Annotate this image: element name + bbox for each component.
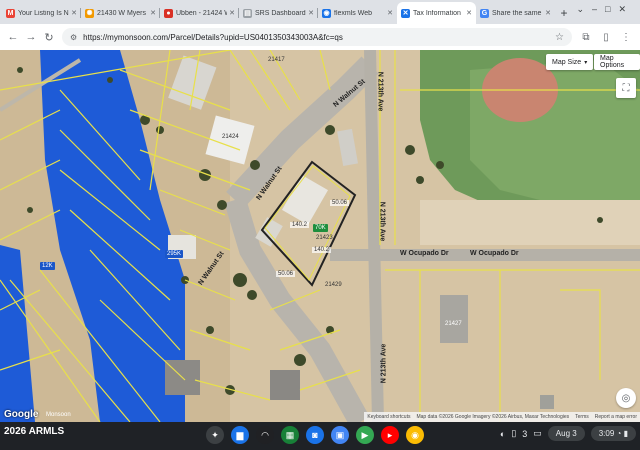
tab-strip: M Your Listing Is N ✕ ✺ 21430 W Myers ✕ ● Ubb… xyxy=(0,0,640,24)
arrow-right-icon: → xyxy=(25,31,37,43)
map-options-button[interactable]: Map Options xyxy=(594,54,640,70)
bookmark-star-icon[interactable]: ☆ xyxy=(555,32,564,43)
close-icon[interactable]: ✕ xyxy=(466,9,472,17)
map-size-button[interactable]: Map Size ▾ xyxy=(546,54,594,70)
dimension-label: 50.06 xyxy=(330,200,350,206)
street-label: N 213th Ave xyxy=(376,71,384,112)
back-button[interactable]: ← xyxy=(4,28,22,46)
street-label: N 213th Ave xyxy=(380,343,388,384)
tab-2[interactable]: ● Ubben - 21424 W ✕ xyxy=(160,2,239,24)
parcel-number: 21423 xyxy=(316,235,333,241)
google-logo: Google xyxy=(4,409,39,420)
tab-6[interactable]: G Share the same ✕ xyxy=(476,2,555,24)
price-badge[interactable]: 295K xyxy=(165,250,184,258)
site-info-icon[interactable]: ⚙ xyxy=(70,33,77,42)
tab-1[interactable]: ✺ 21430 W Myers ✕ xyxy=(81,2,160,24)
map-attribution: Keyboard shortcuts Map data ©2026 Google… xyxy=(364,412,640,422)
close-icon[interactable]: ✕ xyxy=(618,4,634,14)
status-tray: ◐ ▯ 3 ▭ Aug 3 3:09 ◔ ▮ xyxy=(500,426,636,441)
parcel-number: 21427 xyxy=(445,321,462,327)
os-shelf: 2026 ARMLS ✦ ▆ ◠ ▦ ◙ ▣ ▶ ▸ ◉ ◐ ▯ 3 ▭ Aug… xyxy=(0,422,640,450)
map-canvas[interactable]: N Walnut St N Walnut St N Walnut St W Oc… xyxy=(0,50,640,422)
forward-button[interactable]: → xyxy=(22,28,40,46)
keyboard-shortcuts-link[interactable]: Keyboard shortcuts xyxy=(367,414,410,420)
tab-5-active[interactable]: ✕ Tax Information ✕ xyxy=(397,2,476,24)
reload-button[interactable]: ↻ xyxy=(40,28,58,46)
tab-3[interactable]: ▤ SRS Dashboard ✕ xyxy=(239,2,318,24)
close-icon[interactable]: ✕ xyxy=(150,9,156,17)
tab-0[interactable]: M Your Listing Is N ✕ xyxy=(2,2,81,24)
minimize-icon[interactable]: – xyxy=(592,4,605,14)
parcel-number: 21417 xyxy=(268,57,285,63)
new-tab-button[interactable]: + xyxy=(555,2,573,24)
dimension-label: 140.2 xyxy=(312,247,332,253)
chrome-icon[interactable]: ◉ xyxy=(406,426,424,444)
armls-watermark: 2026 ARMLS xyxy=(4,426,65,437)
dimension-label: 50.06 xyxy=(276,271,296,277)
youtube-icon[interactable]: ▸ xyxy=(381,426,399,444)
battery-icon: ▮ xyxy=(623,429,628,438)
google-icon: G xyxy=(480,8,489,18)
report-error-link[interactable]: Report a map error xyxy=(595,414,637,420)
sidepanel-icon[interactable]: ▯ xyxy=(596,32,616,43)
reload-icon: ↻ xyxy=(44,31,54,44)
date-pill[interactable]: Aug 3 xyxy=(547,426,585,441)
url-text[interactable]: https://mymonsoon.com/Parcel/Details?upi… xyxy=(83,33,555,42)
monsoon-label: Monsoon xyxy=(46,412,71,418)
pin-icon: ◉ xyxy=(322,8,331,18)
parcel-number: 21429 xyxy=(325,282,342,288)
street-label: W Ocupado Dr xyxy=(470,250,519,257)
doc-icon: ▤ xyxy=(243,8,252,18)
menu-icon[interactable]: ⋮ xyxy=(616,32,636,43)
gmail-icon: M xyxy=(6,8,15,18)
chevron-down-icon[interactable]: ⌄ xyxy=(576,4,592,14)
map-data-text: Map data ©2026 Google Imagery ©2026 Airb… xyxy=(416,414,570,420)
play-store-icon[interactable]: ▶ xyxy=(356,426,374,444)
sheets-icon[interactable]: ▦ xyxy=(281,426,299,444)
terms-link[interactable]: Terms xyxy=(575,414,589,420)
close-icon[interactable]: ✕ xyxy=(229,9,235,17)
extensions-icon[interactable]: ⧉ xyxy=(576,32,596,43)
price-badge[interactable]: 70K xyxy=(313,224,328,232)
wifi-icon: ◔ xyxy=(616,429,622,438)
app-launcher-row: ✦ ▆ ◠ ▦ ◙ ▣ ▶ ▸ ◉ xyxy=(206,426,424,444)
address-bar[interactable]: ⚙ https://mymonsoon.com/Parcel/Details?u… xyxy=(62,28,572,46)
close-icon[interactable]: ✕ xyxy=(71,9,77,17)
close-icon[interactable]: ✕ xyxy=(308,9,314,17)
messages-icon[interactable]: ◙ xyxy=(306,426,324,444)
sun-icon: ✺ xyxy=(85,8,94,18)
files-icon[interactable]: ▆ xyxy=(231,426,249,444)
phone-hub-icon[interactable]: ▯ xyxy=(511,428,516,439)
time-pill[interactable]: 3:09 ◔ ▮ xyxy=(590,426,636,441)
screenshot-icon[interactable]: ▭ xyxy=(533,428,542,439)
close-icon[interactable]: ✕ xyxy=(387,9,393,17)
fullscreen-icon[interactable]: ⛶ xyxy=(616,78,636,98)
locate-icon[interactable]: ◎ xyxy=(616,388,636,408)
calendar-icon[interactable]: ▣ xyxy=(331,426,349,444)
window-controls[interactable]: ⌄–□✕ xyxy=(576,4,634,15)
street-label: N 213th Ave xyxy=(378,201,386,242)
stylus-icon[interactable]: ◐ xyxy=(500,429,505,439)
parcel-number: 21424 xyxy=(222,134,239,140)
caret-down-icon: ▾ xyxy=(584,59,588,66)
street-label: W Ocupado Dr xyxy=(400,250,449,257)
launcher-icon[interactable]: ✦ xyxy=(206,426,224,444)
browser-toolbar: ← → ↻ ⚙ https://mymonsoon.com/Parcel/Det… xyxy=(0,24,640,50)
tab-4[interactable]: ◉ flexmls Web ✕ xyxy=(318,2,397,24)
price-badge[interactable]: 12K xyxy=(40,262,55,270)
notification-count[interactable]: 3 xyxy=(522,429,527,439)
circle-icon: ● xyxy=(164,8,173,18)
arrow-left-icon: ← xyxy=(7,31,19,43)
maximize-icon[interactable]: □ xyxy=(605,4,618,14)
dimension-label: 140.2 xyxy=(290,222,310,228)
tax-icon: ✕ xyxy=(401,8,410,18)
close-icon[interactable]: ✕ xyxy=(545,9,551,17)
hotspot-icon[interactable]: ◠ xyxy=(256,426,274,444)
